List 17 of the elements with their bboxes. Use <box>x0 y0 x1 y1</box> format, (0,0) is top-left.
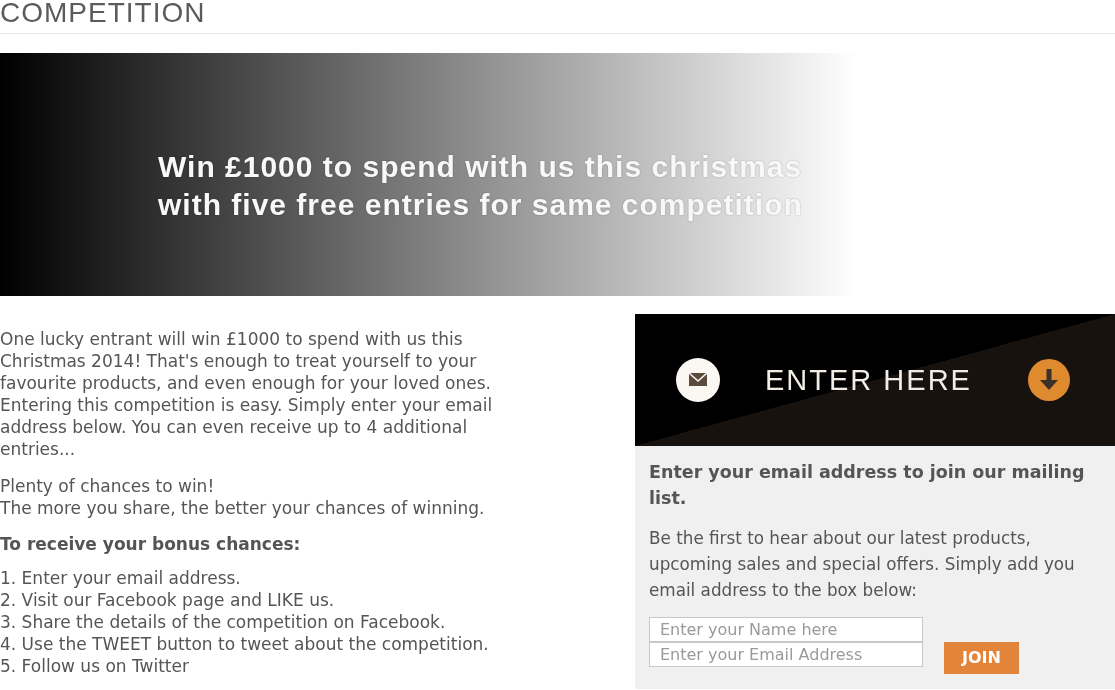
step-text: 2. Visit our Facebook page and LIKE us. <box>0 589 335 611</box>
join-button[interactable]: JOIN <box>944 642 1019 674</box>
step-text: 3. Share the details of the competition on Facebook. <box>0 611 446 633</box>
signup-heading: Enter your email address to join our mailing list. <box>649 461 1086 510</box>
bonus-heading: To receive your bonus chances: <box>0 533 301 555</box>
name-field[interactable]: Enter your Name here <box>649 617 923 642</box>
body-text: Plenty of chances to win! <box>0 475 215 497</box>
step-text: 5. Follow us on Twitter <box>0 655 189 677</box>
email-field[interactable]: Enter your Email Address <box>649 642 923 667</box>
step-text: 4. Use the TWEET button to tweet about the competition. <box>0 633 489 655</box>
header-label: ENTER HERE <box>765 364 972 396</box>
body-text: The more you share, the better your chances of winning. <box>0 497 485 519</box>
page-title: COMPETITION <box>0 0 206 26</box>
signup-description: Be the first to hear about our latest products, upcoming sales and special offers. Simply add you email address to the box below: <box>649 527 1076 602</box>
step-text: 1. Enter your email address. <box>0 567 241 589</box>
envelope-icon <box>676 358 720 402</box>
intro-paragraph: One lucky entrant will win £1000 to spend with us this Christmas 2014! That's enough to treat yourself to your favourite products, and even enough for your loved ones. Entering this competition is easy. Simply enter your email address below. You can even receive up to 4 additional entries... <box>0 328 494 460</box>
